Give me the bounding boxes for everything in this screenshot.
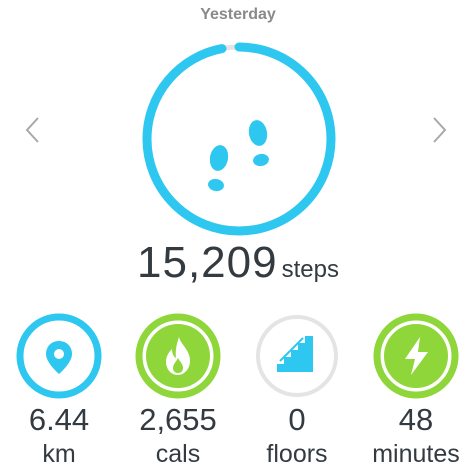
day-title: Yesterday — [200, 6, 276, 23]
stairs-icon — [277, 336, 313, 372]
previous-day-button[interactable] — [18, 112, 48, 148]
active-minutes-stat[interactable]: 48 minutes — [357, 312, 475, 472]
steps-ring-progress — [142, 42, 336, 236]
active-minutes-value: 48 — [398, 402, 434, 437]
active-minutes-ring — [373, 313, 459, 399]
floors-value: 0 — [288, 402, 306, 437]
distance-value: 6.44 — [28, 402, 90, 437]
steps-value: 15,209 — [137, 238, 278, 287]
calories-value: 2,655 — [139, 402, 217, 437]
floors-stat[interactable]: 0 floors — [238, 312, 356, 472]
chevron-left-icon — [25, 117, 39, 143]
floors-unit: floors — [266, 440, 328, 468]
steps-progress-ring[interactable] — [134, 34, 344, 244]
distance-stat[interactable]: 6.44 km — [0, 312, 118, 472]
calories-unit: cals — [155, 440, 201, 468]
chevron-right-icon — [433, 117, 447, 143]
active-minutes-unit: minutes — [372, 440, 460, 468]
calories-stat[interactable]: 2,655 cals — [119, 312, 237, 472]
steps-readout: 15,209 steps — [0, 238, 476, 288]
steps-unit: steps — [281, 256, 339, 283]
floors-ring — [256, 315, 338, 397]
location-pin-icon — [46, 341, 72, 374]
footprints-icon — [208, 120, 269, 192]
distance-unit: km — [42, 440, 76, 468]
calories-ring — [135, 313, 221, 399]
next-day-button[interactable] — [424, 112, 454, 148]
distance-ring — [16, 313, 102, 399]
